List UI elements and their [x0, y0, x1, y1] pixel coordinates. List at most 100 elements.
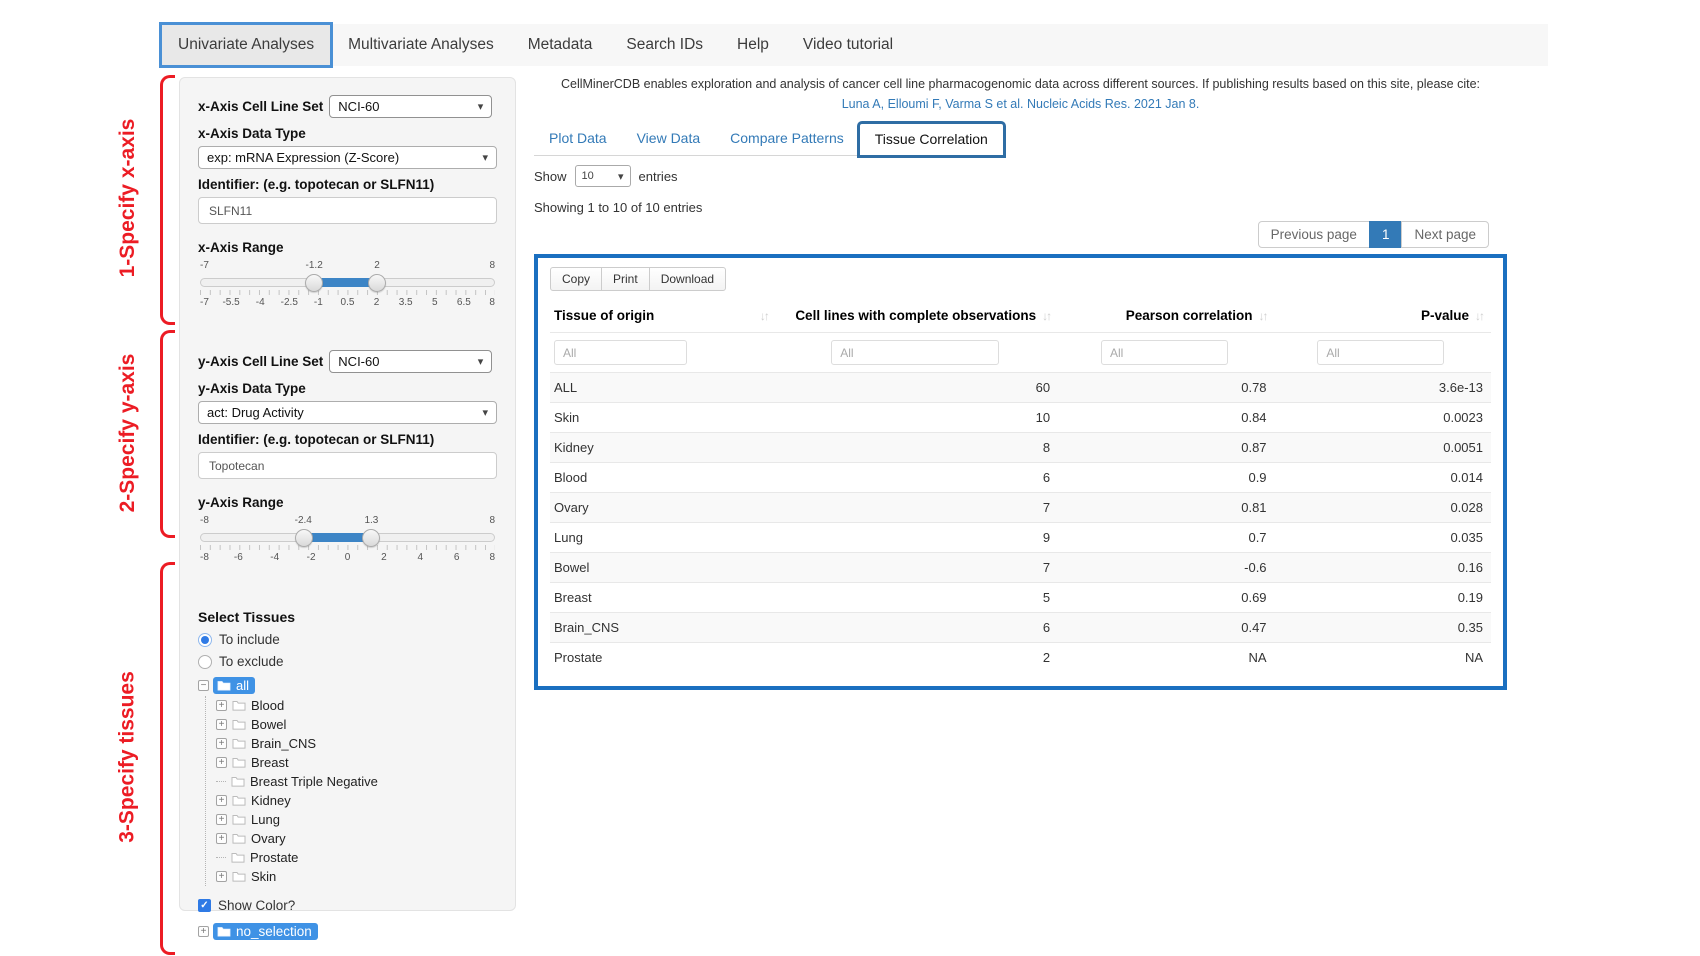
col-header-pearson-correlation[interactable]: Pearson correlation ↓↑ — [1058, 301, 1274, 333]
chevron-down-icon: ▾ — [482, 406, 488, 419]
tree-node-lung[interactable]: + Lung — [216, 810, 497, 829]
entries-count-select[interactable]: 10 ▾ — [575, 165, 631, 187]
expand-icon[interactable]: + — [216, 833, 227, 844]
expand-icon[interactable]: + — [216, 814, 227, 825]
radio-to-include[interactable]: To include — [198, 632, 497, 647]
nav-univariate-analyses[interactable]: Univariate Analyses — [161, 24, 331, 66]
tab-tissue-correlation[interactable]: Tissue Correlation — [859, 123, 1004, 156]
y-cell-line-set-select[interactable]: NCI-60 ▾ — [329, 350, 492, 373]
table-row[interactable]: Skin100.840.0023 — [550, 403, 1491, 433]
table-row[interactable]: ALL600.783.6e-13 — [550, 373, 1491, 403]
table-row[interactable]: Ovary70.810.028 — [550, 493, 1491, 523]
x-range-handle-high[interactable] — [368, 274, 386, 292]
tree-node-brain-cns[interactable]: + Brain_CNS — [216, 734, 497, 753]
y-identifier-input[interactable] — [198, 452, 497, 479]
y-range-track[interactable] — [200, 533, 495, 542]
y-data-type-value: act: Drug Activity — [207, 405, 304, 420]
y-axis-range-slider: -8 -2.4 1.3 8 -8-6-4-202468 — [200, 515, 495, 573]
select-tissues-title: Select Tissues — [198, 609, 497, 625]
radio-to-include-label: To include — [219, 632, 280, 647]
nav-help[interactable]: Help — [720, 24, 786, 66]
annotation-bracket-y-axis — [160, 330, 175, 538]
y-range-handle-low[interactable] — [295, 529, 313, 547]
x-data-type-select[interactable]: exp: mRNA Expression (Z-Score) ▾ — [198, 146, 497, 169]
table-row[interactable]: Lung90.70.035 — [550, 523, 1491, 553]
nav-search-ids[interactable]: Search IDs — [609, 24, 720, 66]
table-row[interactable]: Blood60.90.014 — [550, 463, 1491, 493]
tree-node-ovary[interactable]: + Ovary — [216, 829, 497, 848]
filter-pearson-input[interactable] — [1101, 340, 1228, 365]
sort-icon[interactable]: ↓↑ — [1259, 309, 1267, 323]
tree-node-no-selection-label: no_selection — [236, 924, 312, 939]
tree-node-prostate[interactable]: Prostate — [216, 848, 497, 867]
nav-multivariate-analyses[interactable]: Multivariate Analyses — [331, 24, 511, 66]
folder-icon — [232, 757, 246, 768]
sort-icon[interactable]: ↓↑ — [1475, 309, 1483, 323]
y-range-label: y-Axis Range — [198, 495, 497, 510]
sort-icon[interactable]: ↓↑ — [760, 309, 768, 323]
tree-node-blood[interactable]: + Blood — [216, 696, 497, 715]
previous-page-button[interactable]: Previous page — [1258, 221, 1370, 248]
tab-plot-data[interactable]: Plot Data — [534, 123, 622, 155]
download-button[interactable]: Download — [649, 267, 726, 291]
filter-tissue-input[interactable] — [554, 340, 687, 365]
nav-metadata[interactable]: Metadata — [511, 24, 610, 66]
expand-icon[interactable]: + — [216, 757, 227, 768]
chevron-down-icon: ▾ — [478, 355, 484, 368]
y-range-low-value: -2.4 — [295, 515, 312, 526]
tree-node-breast-triple-negative[interactable]: Breast Triple Negative — [216, 772, 497, 791]
expand-icon[interactable]: + — [216, 738, 227, 749]
expand-icon[interactable]: + — [216, 719, 227, 730]
pagination: Previous page 1 Next page — [534, 221, 1489, 248]
y-range-min-label: -8 — [200, 515, 209, 526]
page-1-button[interactable]: 1 — [1369, 221, 1403, 248]
radio-unselected-icon — [198, 655, 212, 669]
show-color-checkbox-row[interactable]: ✓ Show Color? — [198, 898, 497, 913]
table-row[interactable]: Bowel7-0.60.16 — [550, 553, 1491, 583]
expand-icon[interactable]: + — [216, 795, 227, 806]
col-header-tissue-of-origin[interactable]: Tissue of origin ↓↑ — [550, 301, 776, 333]
x-cell-line-set-label: x-Axis Cell Line Set — [198, 99, 323, 114]
y-cell-line-set-value: NCI-60 — [338, 354, 379, 369]
x-range-track[interactable] — [200, 278, 495, 287]
tree-node-all[interactable]: all — [213, 677, 255, 694]
expand-icon[interactable]: + — [216, 871, 227, 882]
next-page-button[interactable]: Next page — [1401, 221, 1489, 248]
table-row[interactable]: Brain_CNS60.470.35 — [550, 613, 1491, 643]
tree-node-breast[interactable]: + Breast — [216, 753, 497, 772]
filter-cell-lines-input[interactable] — [831, 340, 999, 365]
x-cell-line-set-select[interactable]: NCI-60 ▾ — [329, 95, 492, 118]
annotation-bracket-tissues — [160, 562, 175, 955]
y-data-type-select[interactable]: act: Drug Activity ▾ — [198, 401, 497, 424]
export-buttons: Copy Print Download — [550, 267, 1491, 291]
table-row[interactable]: Breast50.690.19 — [550, 583, 1491, 613]
checkbox-checked-icon: ✓ — [198, 899, 211, 912]
col-header-p-value[interactable]: P-value ↓↑ — [1275, 301, 1491, 333]
tree-node-kidney[interactable]: + Kidney — [216, 791, 497, 810]
sidebar-panel: x-Axis Cell Line Set NCI-60 ▾ x-Axis Dat… — [179, 77, 516, 911]
copy-button[interactable]: Copy — [550, 267, 602, 291]
x-identifier-input[interactable] — [198, 197, 497, 224]
tab-view-data[interactable]: View Data — [622, 123, 716, 155]
table-row[interactable]: Prostate2NANA — [550, 643, 1491, 673]
print-button[interactable]: Print — [601, 267, 650, 291]
folder-icon — [232, 795, 246, 806]
radio-to-exclude[interactable]: To exclude — [198, 654, 497, 669]
tree-node-skin[interactable]: + Skin — [216, 867, 497, 886]
content-tabs: Plot Data View Data Compare Patterns Tis… — [534, 123, 1004, 156]
nav-video-tutorial[interactable]: Video tutorial — [786, 24, 910, 66]
col-header-cell-lines[interactable]: Cell lines with complete observations ↓↑ — [776, 301, 1058, 333]
chevron-down-icon: ▾ — [482, 151, 488, 164]
citation-link[interactable]: Luna A, Elloumi F, Varma S et al. Nuclei… — [534, 94, 1507, 114]
expand-icon[interactable]: + — [216, 700, 227, 711]
chevron-down-icon: ▾ — [618, 170, 624, 183]
citation-block: CellMinerCDB enables exploration and ana… — [534, 74, 1507, 114]
collapse-icon[interactable]: − — [198, 680, 209, 691]
expand-icon[interactable]: + — [198, 926, 209, 937]
tree-node-bowel[interactable]: + Bowel — [216, 715, 497, 734]
table-row[interactable]: Kidney80.870.0051 — [550, 433, 1491, 463]
sort-icon[interactable]: ↓↑ — [1042, 309, 1050, 323]
tree-node-no-selection[interactable]: no_selection — [213, 923, 318, 940]
tab-compare-patterns[interactable]: Compare Patterns — [715, 123, 859, 155]
filter-p-value-input[interactable] — [1317, 340, 1444, 365]
